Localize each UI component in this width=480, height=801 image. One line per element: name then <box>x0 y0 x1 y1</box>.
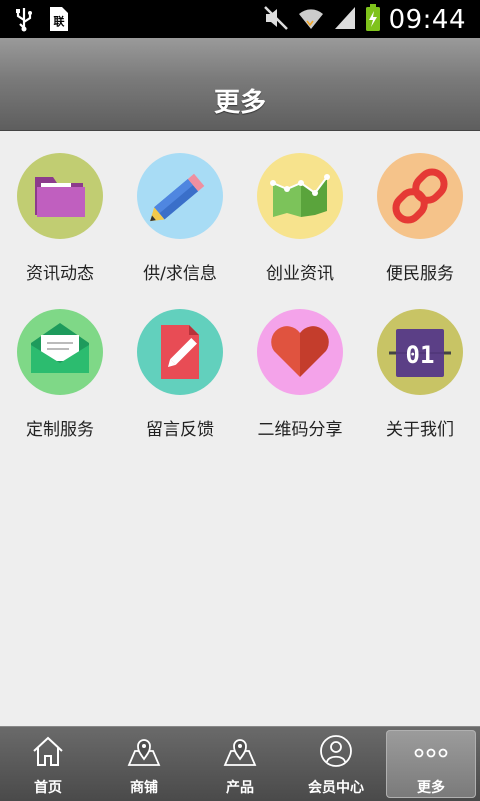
icon-circle <box>17 153 103 239</box>
battery-charging-icon <box>365 4 381 36</box>
bottom-tab-bar: 首页 商铺 产品 会员中心 更多 <box>0 726 480 801</box>
heart-icon <box>271 326 329 377</box>
calendar-icon: 01 <box>389 329 451 377</box>
tab-shops[interactable]: 商铺 <box>96 727 192 801</box>
grid-item-label: 创业资讯 <box>266 264 334 284</box>
tab-label: 商铺 <box>130 780 158 796</box>
tab-label: 产品 <box>226 780 254 796</box>
envelope-icon <box>31 323 89 373</box>
home-icon <box>33 736 63 766</box>
grid-item-label: 定制服务 <box>26 420 94 440</box>
user-icon <box>320 735 352 767</box>
grid-item-label: 留言反馈 <box>146 420 214 440</box>
mute-icon <box>263 5 289 35</box>
link-icon <box>392 168 448 224</box>
tab-home[interactable]: 首页 <box>0 727 96 801</box>
signal-icon <box>333 5 357 35</box>
grid-item-label: 资讯动态 <box>26 264 94 284</box>
grid-item-label: 二维码分享 <box>257 420 343 440</box>
grid-item-label: 便民服务 <box>386 264 454 284</box>
title-bar: 更多 <box>0 38 480 131</box>
pencil-icon <box>150 173 205 222</box>
folder-icon <box>35 177 85 217</box>
tab-member-center[interactable]: 会员中心 <box>288 727 384 801</box>
status-bar: 联 09:44 <box>0 0 480 38</box>
tab-label: 首页 <box>34 780 62 796</box>
page-title: 更多 <box>213 88 266 118</box>
map-icon <box>223 739 257 766</box>
tab-products[interactable]: 产品 <box>192 727 288 801</box>
sim-icon: 联 <box>48 6 70 36</box>
usb-icon <box>14 6 34 36</box>
more-dots-icon <box>414 748 448 758</box>
grid-item-label: 关于我们 <box>386 420 454 440</box>
wifi-icon <box>297 5 325 35</box>
grid-item-label: 供/求信息 <box>143 264 217 284</box>
map-icon <box>127 739 161 766</box>
growth-chart-icon <box>270 174 330 217</box>
status-time: 09:44 <box>388 5 466 35</box>
svg-text:联: 联 <box>54 14 65 28</box>
calendar-day: 01 <box>406 341 435 369</box>
tab-more[interactable]: 更多 <box>386 730 476 798</box>
tab-label: 更多 <box>417 780 445 796</box>
edit-document-icon <box>161 325 199 379</box>
tab-label: 会员中心 <box>308 780 364 796</box>
